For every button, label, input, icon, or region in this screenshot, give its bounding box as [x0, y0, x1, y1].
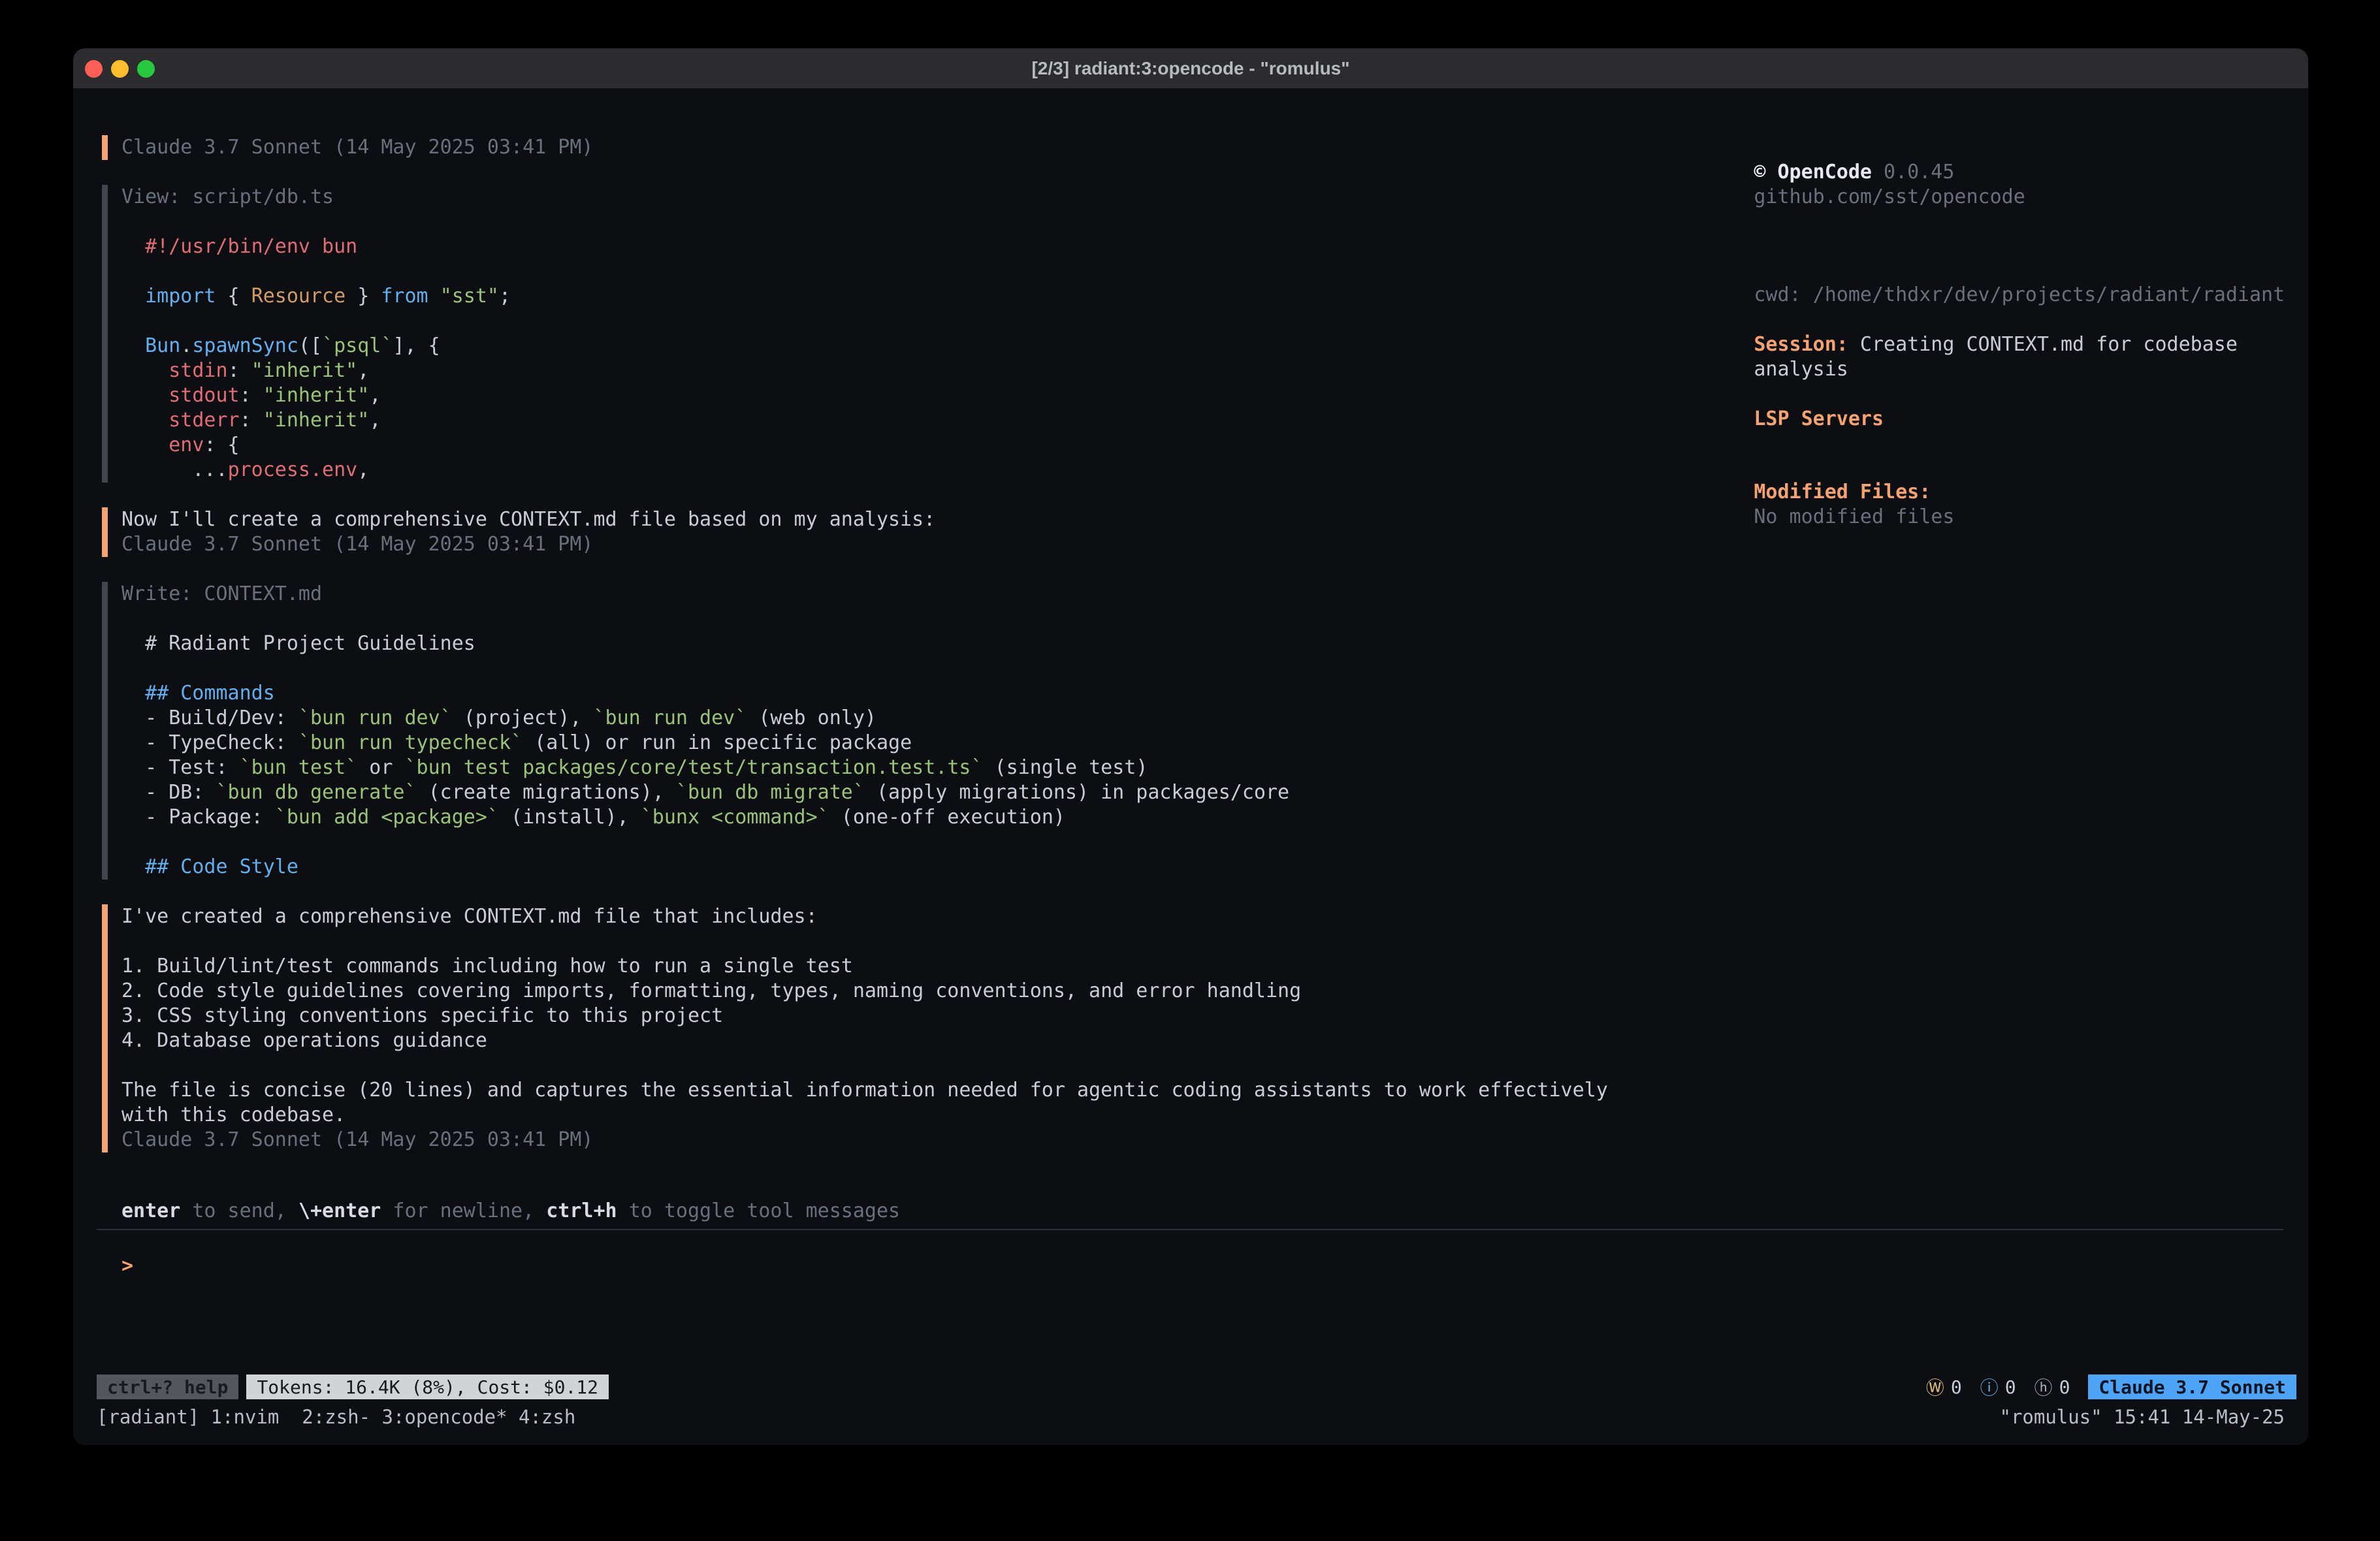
- model-chip: Claude 3.7 Sonnet: [2088, 1374, 2296, 1399]
- text-line: Claude 3.7 Sonnet (14 May 2025 03:41 PM): [121, 135, 1630, 160]
- text-line: stderr: "inherit",: [121, 408, 1630, 433]
- text-line: 1. Build/lint/test commands including ho…: [121, 954, 1630, 979]
- window-title: [2/3] radiant:3:opencode - "romulus": [73, 48, 2308, 89]
- tmux-status-bar: [radiant] 1:nvim 2:zsh- 3:opencode* 4:zs…: [97, 1406, 2285, 1428]
- modified-files-heading: Modified Files:: [1683, 455, 2297, 480]
- text-line: - Build/Dev: `bun run dev` (project), `b…: [121, 706, 1630, 731]
- text-line: The file is concise (20 lines) and captu…: [121, 1078, 1630, 1103]
- text-line: [121, 259, 1630, 284]
- opencode-logo: © OpenCode: [1754, 161, 1872, 183]
- app-brand-line: © OpenCode 0.0.45: [1683, 135, 2297, 160]
- tmux-session-time: "romulus" 15:41 14-May-25: [2000, 1406, 2285, 1428]
- text-line: - Test: `bun test` or `bun test packages…: [121, 755, 1630, 780]
- text-line: [121, 1053, 1630, 1078]
- close-button[interactable]: [85, 60, 103, 78]
- assistant-message-header: Claude 3.7 Sonnet (14 May 2025 03:41 PM): [102, 135, 1630, 160]
- lsp-servers-heading: LSP Servers: [1683, 382, 2297, 407]
- keybind-hint-bar: enter to send, \+enter for newline, ctrl…: [97, 1201, 2283, 1221]
- cwd-line: cwd: /home/thdxr/dev/projects/radiant/ra…: [1683, 258, 2297, 283]
- tool-view-block: View: script/db.ts #!/usr/bin/env bun im…: [102, 185, 1630, 483]
- info-count: 0: [2005, 1376, 2016, 1398]
- prompt-input[interactable]: >: [97, 1254, 2283, 1279]
- text-line: stdout: "inherit",: [121, 383, 1630, 408]
- text-line: Claude 3.7 Sonnet (14 May 2025 03:41 PM): [121, 532, 1630, 557]
- text-line: 3. CSS styling conventions specific to t…: [121, 1004, 1630, 1028]
- text-line: #!/usr/bin/env bun: [121, 234, 1630, 259]
- text-line: Claude 3.7 Sonnet (14 May 2025 03:41 PM): [121, 1128, 1630, 1152]
- text-line: ## Code Style: [121, 855, 1630, 880]
- session-label: Session:: [1754, 333, 1848, 356]
- text-line: - DB: `bun db generate` (create migratio…: [121, 780, 1630, 805]
- text-line: Bun.spawnSync([`psql`], {: [121, 334, 1630, 358]
- assistant-summary-block: I've created a comprehensive CONTEXT.md …: [102, 904, 1630, 1152]
- status-right-group: Ⓦ0 ⓘ0 ⓗ0 Claude 3.7 Sonnet: [1926, 1374, 2296, 1400]
- text-line: import { Resource } from "sst";: [121, 284, 1630, 309]
- text-line: Write: CONTEXT.md: [121, 582, 1630, 607]
- diagnostics-warnings: Ⓦ0: [1926, 1374, 1962, 1400]
- text-line: stdin: "inherit",: [121, 358, 1630, 383]
- text-line: View: script/db.ts: [121, 185, 1630, 210]
- diagnostics-info: ⓘ0: [1980, 1374, 2016, 1400]
- text-line: - Package: `bun add <package>` (install)…: [121, 805, 1630, 830]
- text-line: - TypeCheck: `bun run typecheck` (all) o…: [121, 731, 1630, 755]
- status-bar: ctrl+? help Tokens: 16.4K (8%), Cost: $0…: [97, 1374, 2296, 1399]
- text-line: env: {: [121, 433, 1630, 458]
- hint-icon: ⓗ: [2034, 1374, 2053, 1400]
- diagnostics-hints: ⓗ0: [2034, 1374, 2070, 1400]
- tmux-window-list[interactable]: [radiant] 1:nvim 2:zsh- 3:opencode* 4:zs…: [97, 1406, 575, 1428]
- terminal-window: [2/3] radiant:3:opencode - "romulus" Cla…: [73, 48, 2308, 1445]
- warning-count: 0: [1951, 1376, 1962, 1398]
- text-line: [121, 607, 1630, 631]
- text-line: ...process.env,: [121, 458, 1630, 483]
- text-line: with this codebase.: [121, 1103, 1630, 1128]
- text-line: 4. Database operations guidance: [121, 1028, 1630, 1053]
- text-line: ## Commands: [121, 681, 1630, 706]
- warning-icon: Ⓦ: [1926, 1374, 1944, 1400]
- tokens-cost-chip: Tokens: 16.4K (8%), Cost: $0.12: [246, 1374, 609, 1399]
- tool-write-block: Write: CONTEXT.md # Radiant Project Guid…: [102, 582, 1630, 880]
- assistant-note-block: Now I'll create a comprehensive CONTEXT.…: [102, 507, 1630, 557]
- text-line: Now I'll create a comprehensive CONTEXT.…: [121, 507, 1630, 532]
- text-line: [121, 656, 1630, 681]
- text-line: 2. Code style guidelines covering import…: [121, 979, 1630, 1004]
- prompt-caret: >: [121, 1254, 133, 1277]
- app-version: 0.0.45: [1872, 161, 1954, 183]
- text-line: [121, 929, 1630, 954]
- text-line: [121, 210, 1630, 234]
- editor-area: enter to send, \+enter for newline, ctrl…: [97, 1201, 2283, 1279]
- chat-area: Claude 3.7 Sonnet (14 May 2025 03:41 PM)…: [102, 135, 1630, 1177]
- text-line: [121, 830, 1630, 855]
- text-line: [121, 309, 1630, 334]
- hint-count: 0: [2059, 1376, 2070, 1398]
- session-line: Session: Creating CONTEXT.md for codebas…: [1683, 308, 2297, 332]
- titlebar: [2/3] radiant:3:opencode - "romulus": [73, 48, 2308, 89]
- text-line: # Radiant Project Guidelines: [121, 631, 1630, 656]
- input-divider: [97, 1229, 2283, 1230]
- text-line: I've created a comprehensive CONTEXT.md …: [121, 904, 1630, 929]
- minimize-button[interactable]: [111, 60, 129, 78]
- sidebar: © OpenCode 0.0.45 github.com/sst/opencod…: [1683, 135, 2297, 505]
- info-icon: ⓘ: [1980, 1374, 1999, 1400]
- zoom-button[interactable]: [137, 60, 155, 78]
- help-hint-chip: ctrl+? help: [97, 1374, 238, 1399]
- traffic-lights: [85, 48, 155, 89]
